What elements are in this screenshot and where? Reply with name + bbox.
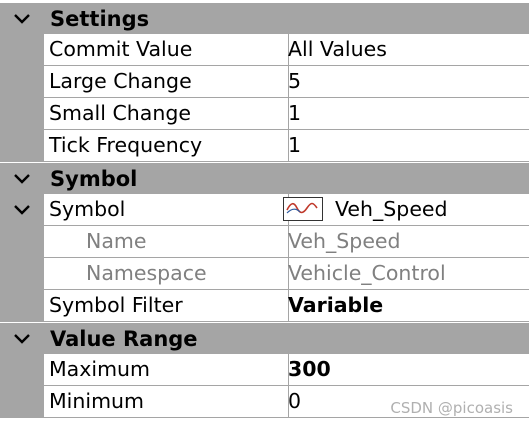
property-name: Commit Value [44,34,289,66]
row-gutter [0,66,44,98]
row-gutter [0,226,44,258]
category-settings[interactable]: Settings [0,2,529,34]
property-name: Small Change [44,98,289,130]
row-gutter [0,290,44,322]
property-name: Large Change [44,66,289,98]
category-value-range[interactable]: Value Range [0,322,529,354]
property-name: Tick Frequency [44,130,289,162]
property-value[interactable]: All Values [283,34,529,66]
property-value: Vehicle_Control [283,258,529,290]
property-commit-value[interactable]: Commit Value All Values [0,34,529,66]
property-name-sub[interactable]: Name Veh_Speed [0,226,529,258]
row-gutter [0,194,44,226]
category-symbol[interactable]: Symbol [0,162,529,194]
property-value[interactable]: 1 [283,98,529,130]
property-value[interactable]: Variable [283,290,529,322]
row-gutter [0,386,44,418]
symbol-value-text: Veh_Speed [335,197,448,221]
property-value[interactable]: Veh_Speed [283,194,529,226]
property-name: Minimum [44,386,289,418]
property-name: Maximum [44,354,289,386]
chevron-down-icon[interactable] [12,202,32,218]
chevron-down-icon[interactable] [12,11,32,27]
chevron-down-icon[interactable] [12,331,32,347]
property-value[interactable]: 300 [283,354,529,386]
property-symbol[interactable]: Symbol Veh_Speed [0,194,529,226]
property-large-change[interactable]: Large Change 5 [0,66,529,98]
chevron-down-icon[interactable] [12,171,32,187]
signal-wave-icon [283,197,323,221]
property-name: Symbol Filter [44,290,289,322]
property-name: Namespace [44,258,289,290]
row-gutter [0,34,44,66]
property-tick-frequency[interactable]: Tick Frequency 1 [0,130,529,162]
row-gutter [0,130,44,162]
property-grid: Settings Commit Value All Values Large C… [0,0,529,429]
property-value[interactable]: 1 [283,130,529,162]
property-value: Veh_Speed [283,226,529,258]
property-symbol-filter[interactable]: Symbol Filter Variable [0,290,529,322]
property-maximum[interactable]: Maximum 300 [0,354,529,386]
property-name: Symbol [44,194,289,226]
category-label: Value Range [50,327,198,351]
watermark: CSDN @picoasis [390,399,513,417]
property-name: Name [44,226,289,258]
category-label: Settings [50,7,150,31]
property-namespace-sub[interactable]: Namespace Vehicle_Control [0,258,529,290]
category-label: Symbol [50,167,138,191]
property-value[interactable]: 5 [283,66,529,98]
row-gutter [0,354,44,386]
row-gutter [0,98,44,130]
property-small-change[interactable]: Small Change 1 [0,98,529,130]
row-gutter [0,258,44,290]
